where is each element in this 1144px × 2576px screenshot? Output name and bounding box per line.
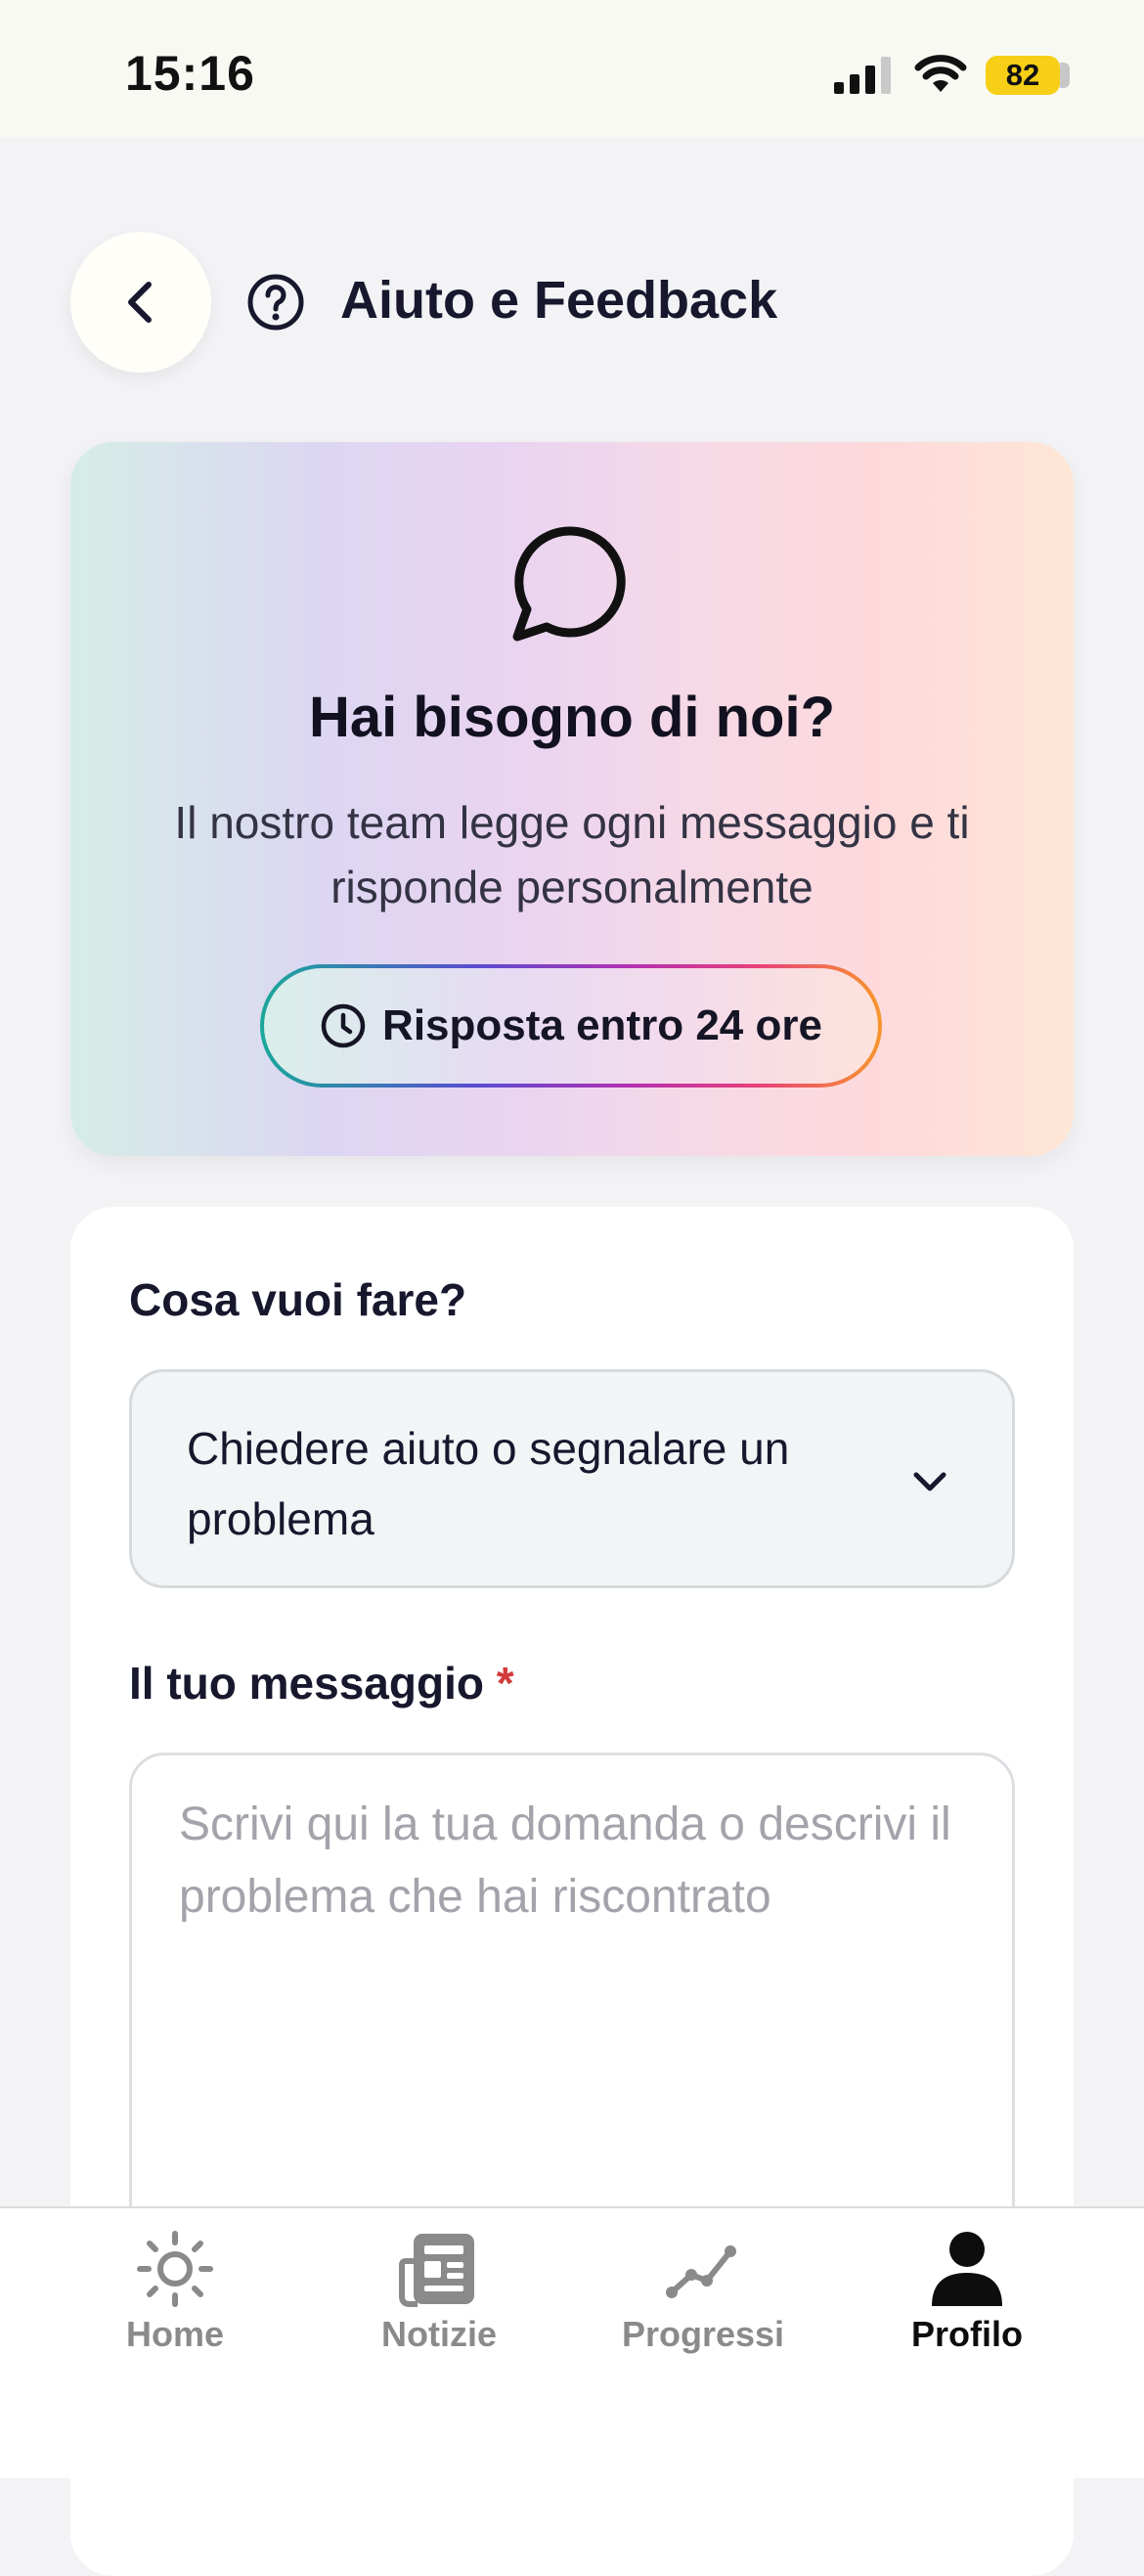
signal-icon	[834, 57, 891, 94]
chevron-down-icon	[913, 1472, 946, 1491]
tab-progressi-label: Progressi	[621, 2314, 785, 2354]
battery-tip	[1060, 63, 1070, 88]
wifi-icon	[914, 55, 967, 92]
battery-indicator: 82	[986, 56, 1060, 95]
tab-profilo[interactable]: Profilo	[850, 2228, 1084, 2394]
newspaper-icon	[399, 2234, 474, 2307]
chevron-left-icon	[128, 282, 152, 323]
tab-home[interactable]: Home	[58, 2228, 292, 2394]
response-time-badge: Risposta entro 24 ore	[260, 964, 882, 1088]
action-select[interactable]: Chiedere aiuto o segnalare un problema	[129, 1369, 1015, 1588]
status-bar: 15:16 82	[0, 0, 1144, 137]
message-label-text: Il tuo messaggio	[129, 1658, 484, 1709]
tab-bar: Home Notizie Progressi Profilo	[0, 2206, 1144, 2478]
hero-title: Hai bisogno di noi?	[308, 686, 836, 749]
message-label: Il tuo messaggio *	[129, 1657, 514, 1710]
chat-bubble-icon	[512, 526, 626, 642]
clock-icon	[321, 1003, 366, 1048]
back-button[interactable]	[70, 232, 211, 373]
status-time: 15:16	[125, 46, 255, 101]
trend-line-icon	[666, 2245, 736, 2298]
tab-profilo-label: Profilo	[911, 2314, 1023, 2354]
action-select-value: Chiedere aiuto o segnalare un problema	[187, 1423, 790, 1544]
user-icon	[932, 2232, 1002, 2306]
help-circle-icon	[247, 274, 304, 331]
sun-icon	[137, 2231, 213, 2307]
response-time-label: Risposta entro 24 ore	[382, 1001, 822, 1049]
hero-subtitle: Il nostro team legge ogni messaggio e ti…	[174, 797, 970, 912]
tab-progressi[interactable]: Progressi	[586, 2228, 820, 2394]
tab-home-label: Home	[125, 2314, 225, 2354]
tab-notizie-label: Notizie	[380, 2314, 497, 2354]
action-label: Cosa vuoi fare?	[129, 1274, 467, 1325]
required-marker: *	[496, 1658, 514, 1709]
tab-notizie[interactable]: Notizie	[322, 2228, 556, 2394]
page-title: Aiuto e Feedback	[340, 271, 778, 330]
